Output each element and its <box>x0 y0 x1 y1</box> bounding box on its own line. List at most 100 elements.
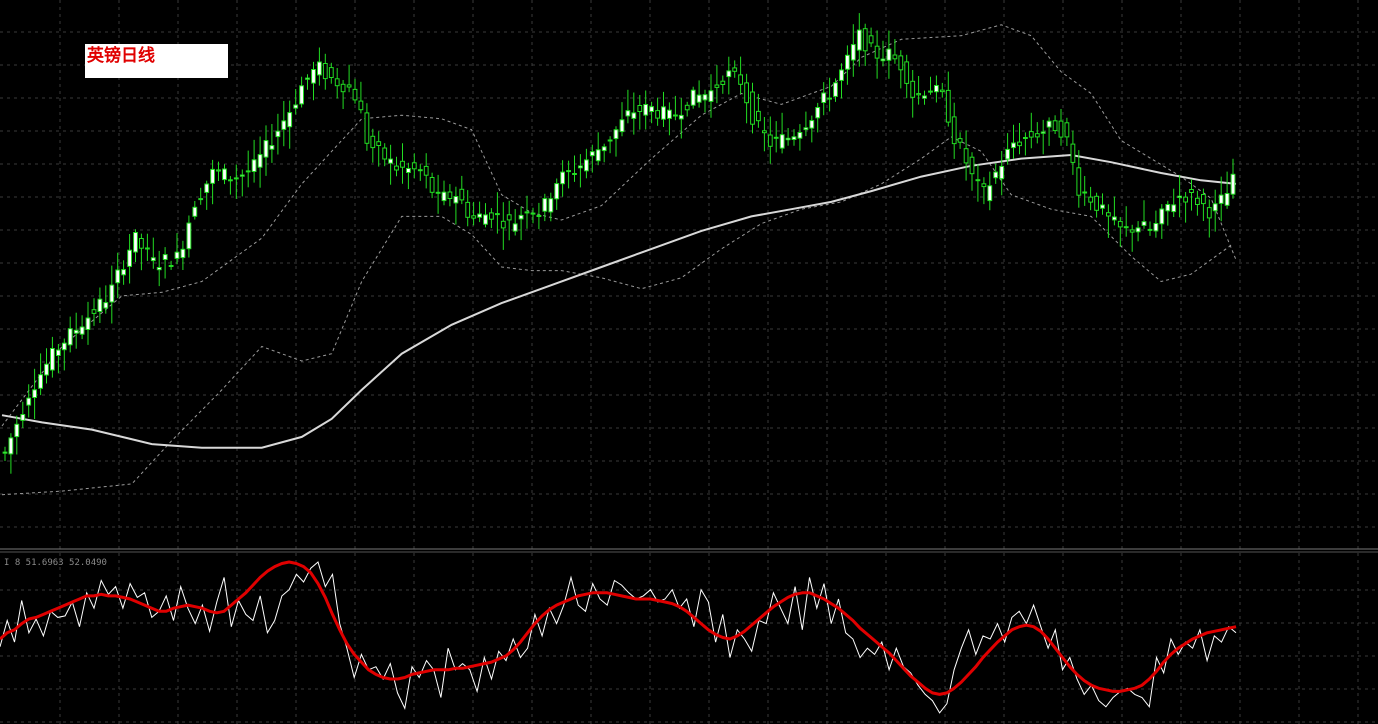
candle-body <box>222 168 227 181</box>
candle-body <box>423 165 429 176</box>
candle-body <box>939 89 945 93</box>
candle-body <box>346 84 352 88</box>
candle-body <box>429 177 435 193</box>
candle-body <box>198 198 204 201</box>
candle-body <box>530 212 536 215</box>
chart-title: 英镑日线 <box>87 45 155 66</box>
candle-body <box>862 28 868 52</box>
candle-body <box>673 114 678 117</box>
candle-body <box>720 80 726 85</box>
candle-body <box>708 90 714 102</box>
candle-body <box>358 100 364 111</box>
candle-body <box>1224 193 1230 206</box>
candle-body <box>145 247 150 250</box>
candle-body <box>2 451 8 454</box>
candle-body <box>263 140 269 158</box>
candle-body <box>762 130 767 134</box>
candle-body <box>815 107 821 119</box>
candle-body <box>489 212 494 220</box>
candle-body <box>275 130 281 138</box>
candle-body <box>1195 197 1200 206</box>
candle-body <box>483 214 488 225</box>
candle-body <box>714 84 720 88</box>
candle-body <box>1076 167 1082 196</box>
candle-body <box>542 198 548 212</box>
candle-body <box>661 106 666 120</box>
candle-body <box>850 44 856 61</box>
candle-body <box>886 48 892 61</box>
candle-body <box>981 183 987 188</box>
candle-body <box>204 183 210 193</box>
candle-body <box>115 269 121 284</box>
candle-body <box>898 55 904 71</box>
candle-body <box>388 158 394 164</box>
candle-body <box>79 326 85 335</box>
candle-body <box>678 114 684 120</box>
candle-body <box>690 89 696 106</box>
candle-body <box>1135 227 1141 233</box>
candle-body <box>951 116 957 145</box>
candle-body <box>1064 122 1070 138</box>
candle-body <box>1011 142 1016 149</box>
candle-body <box>1106 212 1111 217</box>
candle-body <box>180 248 186 259</box>
candle-body <box>904 61 910 84</box>
candle-body <box>1023 137 1028 139</box>
candle-body <box>702 94 708 101</box>
candle-body <box>928 90 933 93</box>
candle-body <box>1189 189 1194 193</box>
candle-body <box>839 69 844 81</box>
candle-body <box>1112 216 1117 221</box>
candle-body <box>833 82 838 97</box>
candle-body <box>44 363 49 376</box>
candle-body <box>192 206 198 217</box>
candle-body <box>999 165 1005 180</box>
candle-body <box>957 138 963 143</box>
candle-body <box>1005 148 1011 160</box>
candle-body <box>1017 141 1022 147</box>
candle-body <box>738 74 744 85</box>
candle-body <box>548 198 554 213</box>
candle-body <box>1070 143 1076 163</box>
candle-body <box>1230 173 1236 195</box>
candle-body <box>584 159 589 172</box>
candle-body <box>447 191 453 199</box>
candle-body <box>619 119 625 133</box>
candle-body <box>1147 228 1153 231</box>
candle-body <box>993 171 999 179</box>
candle-body <box>97 298 103 313</box>
candle-body <box>50 348 55 371</box>
candle-body <box>684 104 690 111</box>
candle-body <box>868 35 874 44</box>
candle-body <box>477 213 483 218</box>
candle-body <box>969 156 975 175</box>
candle-body <box>1100 204 1105 209</box>
candle <box>690 86 696 109</box>
candle-body <box>963 148 969 164</box>
candle-body <box>269 145 275 150</box>
candle-body <box>874 45 880 59</box>
candle-body <box>554 183 560 200</box>
candle-body <box>233 177 239 180</box>
candle-body <box>168 265 174 267</box>
candle-body <box>400 160 405 168</box>
candle-body <box>667 109 672 119</box>
candle-body <box>382 147 388 160</box>
candle-body <box>1212 203 1218 212</box>
candle-body <box>322 63 328 80</box>
candle-body <box>435 191 441 194</box>
candle-body <box>370 135 376 149</box>
candle-body <box>251 159 257 173</box>
candle-body <box>578 165 583 169</box>
candle-body <box>20 414 26 421</box>
candle-body <box>495 213 500 216</box>
candle-body <box>910 80 916 98</box>
indicator-label: I 8 51.6963 52.0490 <box>4 558 107 568</box>
candle-body <box>156 267 162 271</box>
candle-body <box>1034 133 1040 138</box>
candle-body <box>560 171 566 185</box>
candle-body <box>26 397 32 406</box>
candle-body <box>245 170 251 173</box>
candle-body <box>649 106 655 112</box>
candle-body <box>856 29 862 51</box>
